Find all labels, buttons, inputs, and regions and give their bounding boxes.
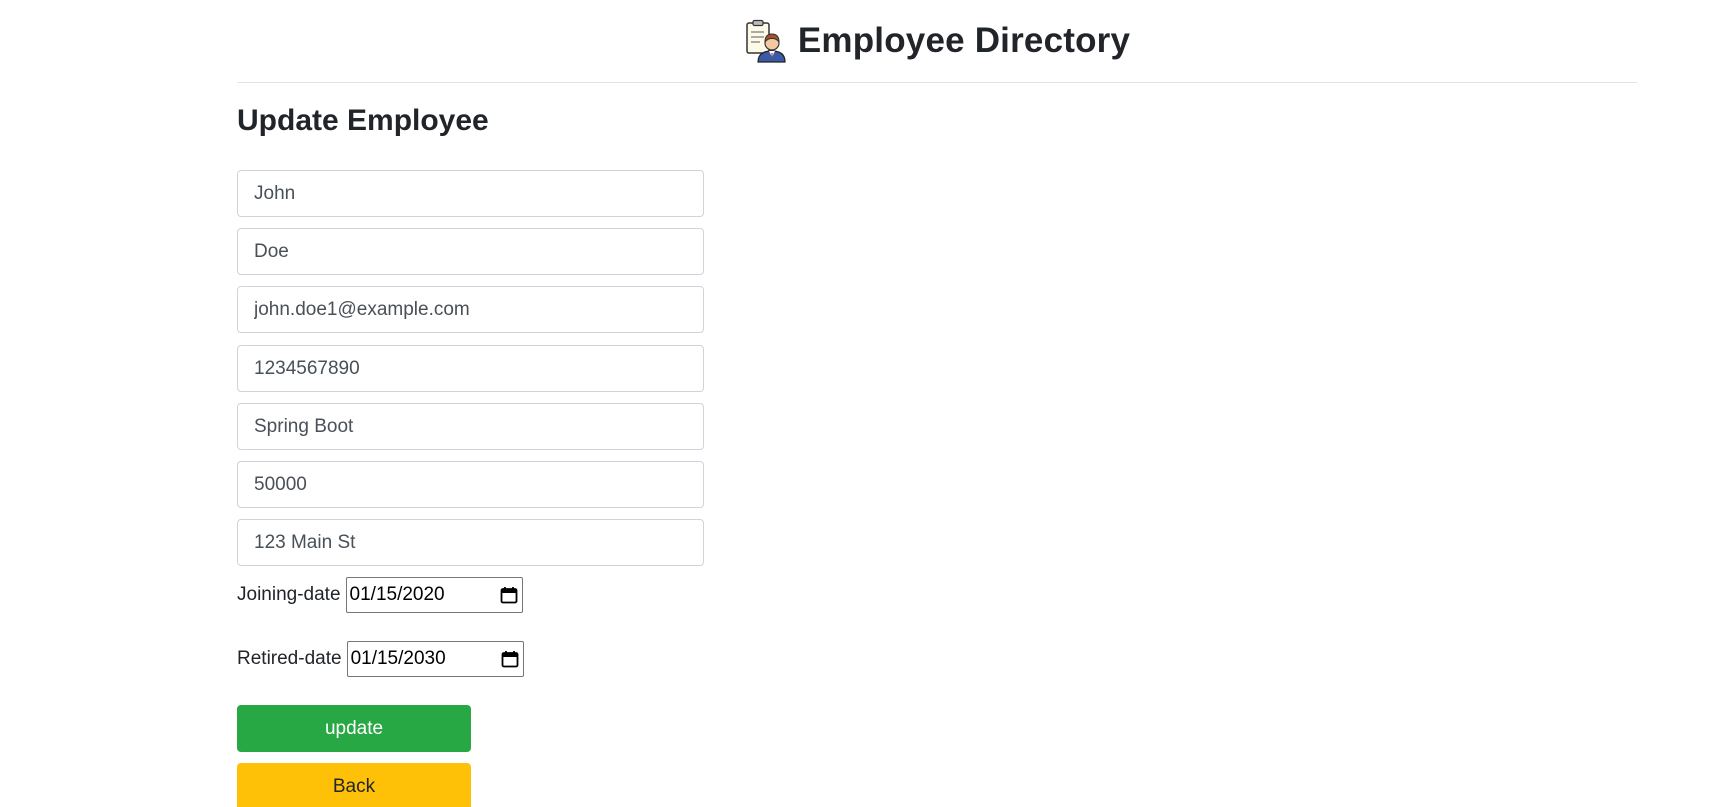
- joining-date-input[interactable]: 01/15/2020: [345, 577, 523, 613]
- page-title: Update Employee: [237, 104, 489, 137]
- email-field[interactable]: [237, 286, 704, 333]
- calendar-icon[interactable]: [500, 586, 518, 604]
- retired-date-row: Retired-date 01/15/2030: [237, 641, 524, 677]
- update-button[interactable]: update: [237, 705, 471, 752]
- joining-date-value: 01/15/2020: [349, 584, 445, 605]
- salary-field[interactable]: [237, 461, 704, 508]
- department-field[interactable]: [237, 403, 704, 450]
- retired-date-value: 01/15/2030: [350, 648, 446, 669]
- last-name-field[interactable]: [237, 228, 704, 275]
- employee-directory-logo-icon: [744, 19, 786, 63]
- address-field[interactable]: [237, 519, 704, 566]
- app-title: Employee Directory: [797, 21, 1131, 60]
- retired-date-label: Retired-date: [237, 648, 342, 669]
- joining-date-label: Joining-date: [237, 584, 341, 605]
- phone-field[interactable]: [237, 345, 704, 392]
- page: Employee Directory Update Employee Joini…: [0, 0, 1726, 807]
- back-button[interactable]: Back: [237, 763, 471, 807]
- joining-date-row: Joining-date 01/15/2020: [237, 577, 523, 613]
- app-header: Employee Directory: [237, 0, 1637, 83]
- calendar-icon[interactable]: [501, 650, 519, 668]
- retired-date-input[interactable]: 01/15/2030: [346, 641, 524, 677]
- first-name-field[interactable]: [237, 170, 704, 217]
